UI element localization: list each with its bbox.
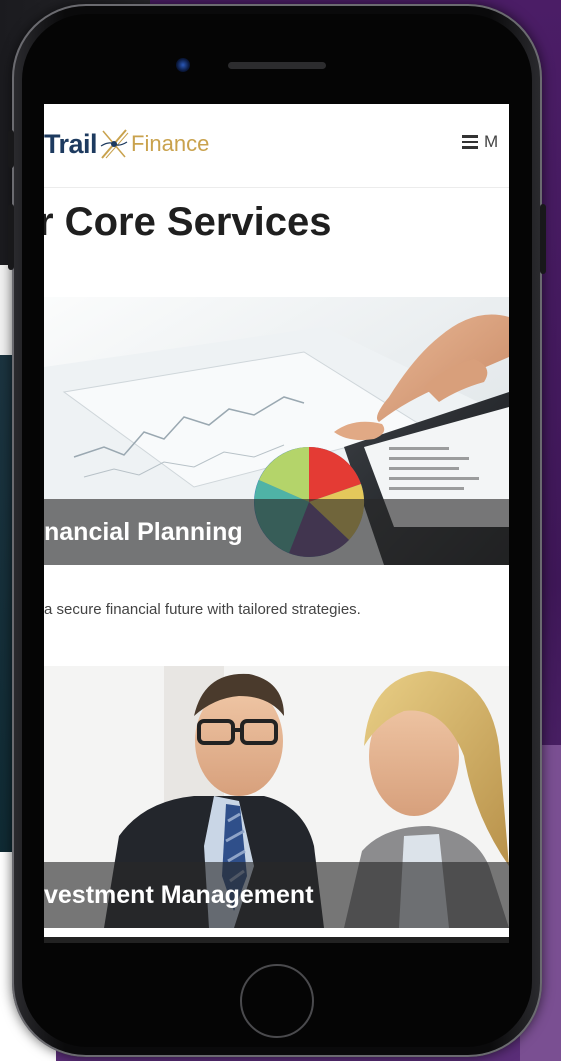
- menu-button[interactable]: M: [462, 132, 498, 152]
- phone-power-button: [540, 204, 546, 274]
- section-title: r Core Services: [44, 200, 332, 244]
- service-description-financial-planning: a secure financial future with tailored …: [44, 601, 361, 618]
- logo-secondary-text: Finance: [131, 131, 210, 156]
- phone-volume-button: [8, 204, 14, 270]
- logo-primary-text: Trail: [44, 128, 98, 159]
- front-camera-icon: [176, 58, 190, 72]
- phone-side-button: [8, 130, 14, 168]
- logo-x-icon: [100, 129, 129, 159]
- service-card-financial-planning[interactable]: nancial Planning: [44, 297, 509, 565]
- hamburger-menu-icon: [462, 135, 478, 149]
- screen-bottom-edge: [44, 937, 509, 943]
- service-card-investment-management[interactable]: vestment Management: [44, 666, 509, 928]
- phone-screen: Trail Finance M r Core Services nancial …: [44, 104, 509, 943]
- home-button-icon[interactable]: [240, 964, 314, 1038]
- menu-label: M: [484, 132, 499, 151]
- phone-speaker: [228, 62, 326, 69]
- site-header: Trail Finance M: [44, 104, 509, 188]
- site-logo[interactable]: Trail Finance: [44, 126, 209, 162]
- service-title-investment-management: vestment Management: [44, 862, 509, 928]
- service-title-financial-planning: nancial Planning: [44, 499, 509, 565]
